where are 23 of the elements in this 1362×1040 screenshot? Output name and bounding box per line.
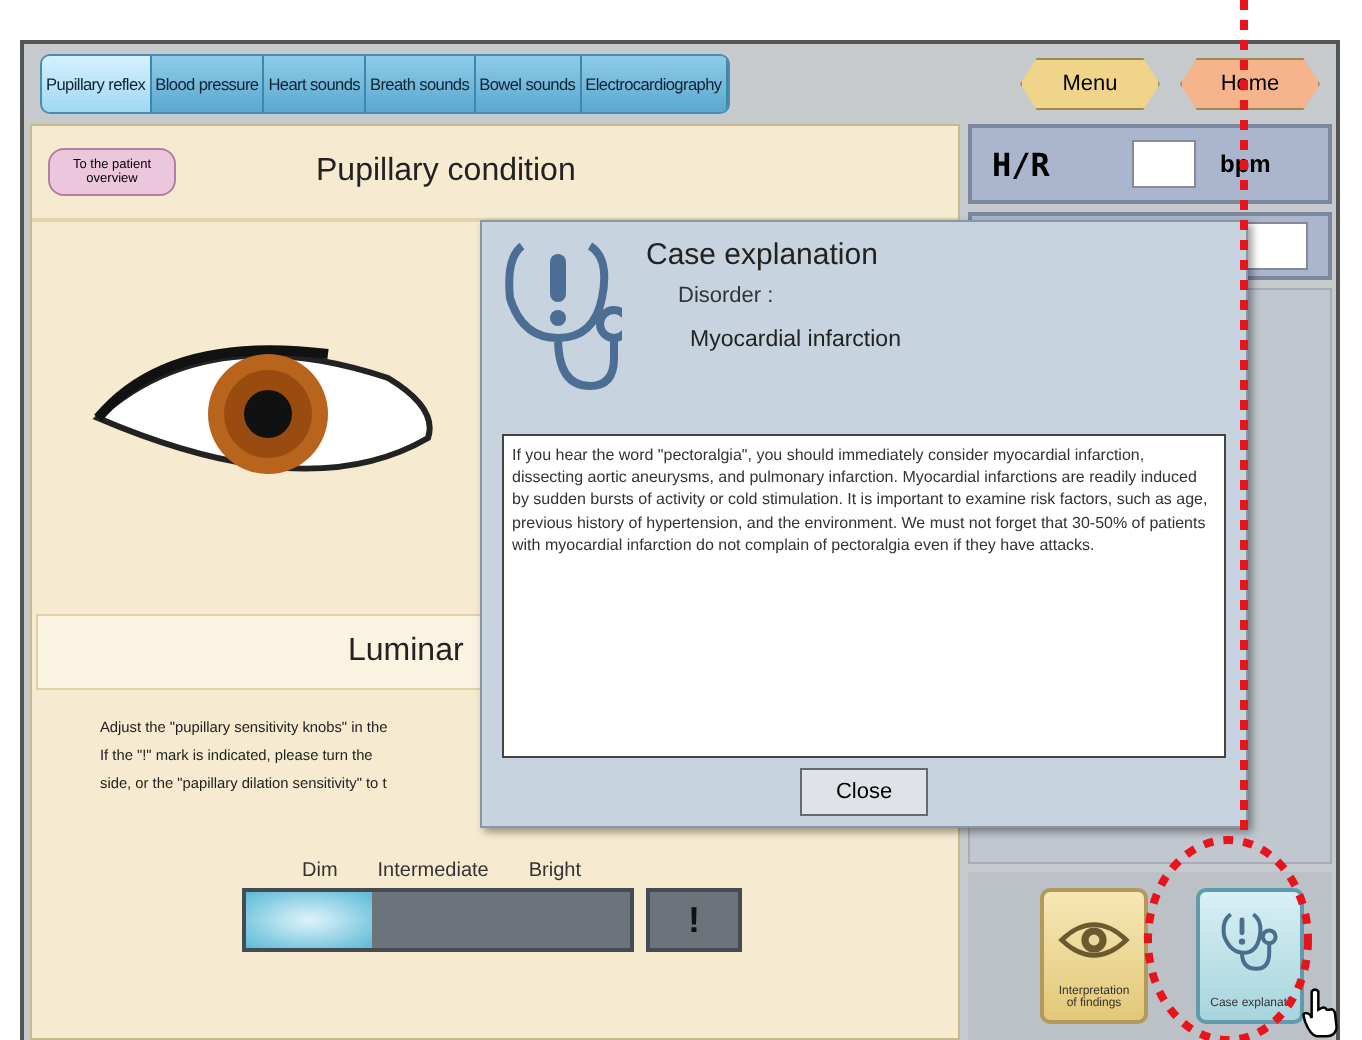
tab[interactable]: Pupillary reflex <box>42 56 152 112</box>
luminance-track[interactable] <box>242 888 634 952</box>
tab[interactable]: Breath sounds <box>365 56 476 112</box>
tab[interactable]: Blood pressure <box>151 56 265 112</box>
disorder-name: Myocardial infarction <box>690 328 901 352</box>
explanation-text: If you hear the word "pectoralgia", you should immediately consider myocardial infarction, dissecting aortic aneurysms, and pulmonary infarction. Myocardial infarctions are readily induced by sudden bursts of activity or cold stimulation. It is important to examine risk factors, such as age, previous history of hypertension, and the environment. We must not forget that 30-50% of patients with myocardial infarction do not complain of pectoralgia even if they have attacks. <box>502 434 1226 758</box>
tab[interactable]: Heart sounds <box>264 56 366 112</box>
menu-button[interactable]: Menu <box>1020 58 1160 110</box>
luminance-label: Intermediate <box>377 860 489 882</box>
luminance-label: Bright <box>528 860 581 882</box>
hand-cursor-icon <box>1300 988 1340 1038</box>
dialog-title: Case explanation <box>646 238 880 272</box>
tab[interactable]: Electrocardiography <box>581 56 728 112</box>
disorder-label: Disorder : <box>678 284 776 308</box>
panel-title: Pupillary condition <box>316 154 576 190</box>
heading-text: Luminar <box>348 634 464 670</box>
alert-button[interactable]: ! <box>646 888 742 952</box>
luminance-label: Dim <box>302 860 338 882</box>
tab[interactable]: Bowel sounds <box>475 56 582 112</box>
heart-rate-field[interactable] <box>1132 140 1196 188</box>
close-button[interactable]: Close <box>800 768 928 816</box>
heart-rate-label: H/R <box>992 145 1052 183</box>
vital-field[interactable] <box>1244 222 1308 270</box>
